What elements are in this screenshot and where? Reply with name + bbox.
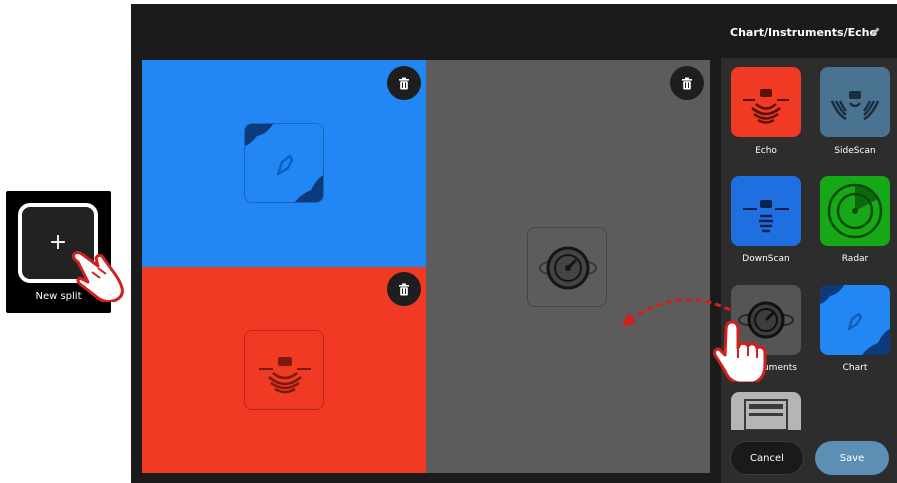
trash-icon xyxy=(399,77,409,89)
component-sidebar: Chart/Instruments/Echo Echo SideScan Dow… xyxy=(721,4,897,483)
delete-pane-button[interactable] xyxy=(670,66,704,100)
tile-radar[interactable] xyxy=(820,176,890,246)
pointing-hand-icon xyxy=(72,251,124,302)
sidebar-header: Chart/Instruments/Echo xyxy=(721,4,897,58)
delete-pane-button[interactable] xyxy=(387,272,421,306)
pane-instruments[interactable] xyxy=(426,60,710,473)
pane-chart[interactable] xyxy=(142,60,426,267)
pencil-icon[interactable] xyxy=(869,26,881,38)
sidescan-icon xyxy=(830,91,880,121)
tile-chart[interactable] xyxy=(820,285,890,355)
chart-icon xyxy=(820,285,890,355)
downscan-icon xyxy=(743,200,789,233)
save-button[interactable]: Save xyxy=(815,441,889,475)
echo-ghost-icon xyxy=(244,330,324,410)
tile-echo[interactable] xyxy=(731,67,801,137)
chart-ghost-icon xyxy=(244,123,324,203)
tile-downscan[interactable] xyxy=(731,176,801,246)
pane-echo[interactable] xyxy=(142,267,426,473)
trash-icon xyxy=(399,283,409,295)
tile-label-radar: Radar xyxy=(841,254,869,264)
tile-data-table[interactable] xyxy=(731,392,801,430)
tile-label-sidescan: SideScan xyxy=(834,146,876,156)
tile-label-echo: Echo xyxy=(755,146,777,156)
radar-icon xyxy=(827,183,883,239)
tile-label-chart: Chart xyxy=(842,363,868,373)
instruments-ghost-icon xyxy=(527,227,607,307)
delete-pane-button[interactable] xyxy=(387,66,421,100)
sidebar-title: Chart/Instruments/Echo xyxy=(730,26,878,39)
plus-icon: + xyxy=(48,230,68,255)
tile-sidescan[interactable] xyxy=(820,67,890,137)
pointing-hand-icon xyxy=(713,320,767,382)
trash-icon xyxy=(682,77,692,89)
echo-icon xyxy=(743,89,789,124)
cancel-button[interactable]: Cancel xyxy=(730,441,804,475)
data-table-icon xyxy=(744,399,788,430)
tile-label-downscan: DownScan xyxy=(742,254,790,264)
